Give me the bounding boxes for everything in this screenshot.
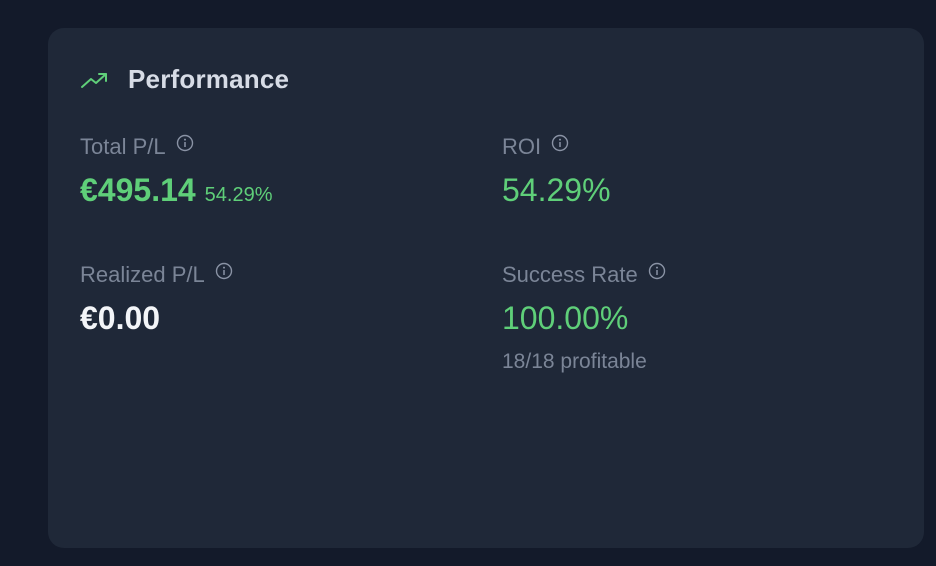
metric-total-pl: Total P/L €495.14 54.29% <box>80 134 273 207</box>
info-icon[interactable] <box>551 134 569 152</box>
success-rate-note: 18/18 profitable <box>502 350 647 373</box>
info-icon[interactable] <box>215 262 233 280</box>
total-pl-percent: 54.29% <box>204 184 273 206</box>
success-rate-value: 100.00% <box>502 300 629 336</box>
metric-realized-pl: Realized P/L €0.00 <box>80 262 233 334</box>
realized-pl-label: Realized P/L <box>80 262 205 287</box>
total-pl-label: Total P/L <box>80 134 166 159</box>
card-header: Performance <box>80 64 289 95</box>
info-icon[interactable] <box>648 262 666 280</box>
total-pl-value: €495.14 <box>80 172 196 208</box>
realized-pl-value: €0.00 <box>80 300 161 336</box>
performance-card: Performance Total P/L €495.14 54.29% ROI <box>48 28 924 548</box>
roi-value: 54.29% <box>502 172 611 208</box>
info-icon[interactable] <box>176 134 194 152</box>
metric-roi: ROI 54.29% <box>502 134 611 206</box>
success-rate-label: Success Rate <box>502 262 638 287</box>
trending-up-icon <box>80 70 110 90</box>
card-title: Performance <box>128 64 290 94</box>
roi-label: ROI <box>502 134 542 159</box>
metric-success-rate: Success Rate 100.00% 18/18 profitable <box>502 262 666 374</box>
